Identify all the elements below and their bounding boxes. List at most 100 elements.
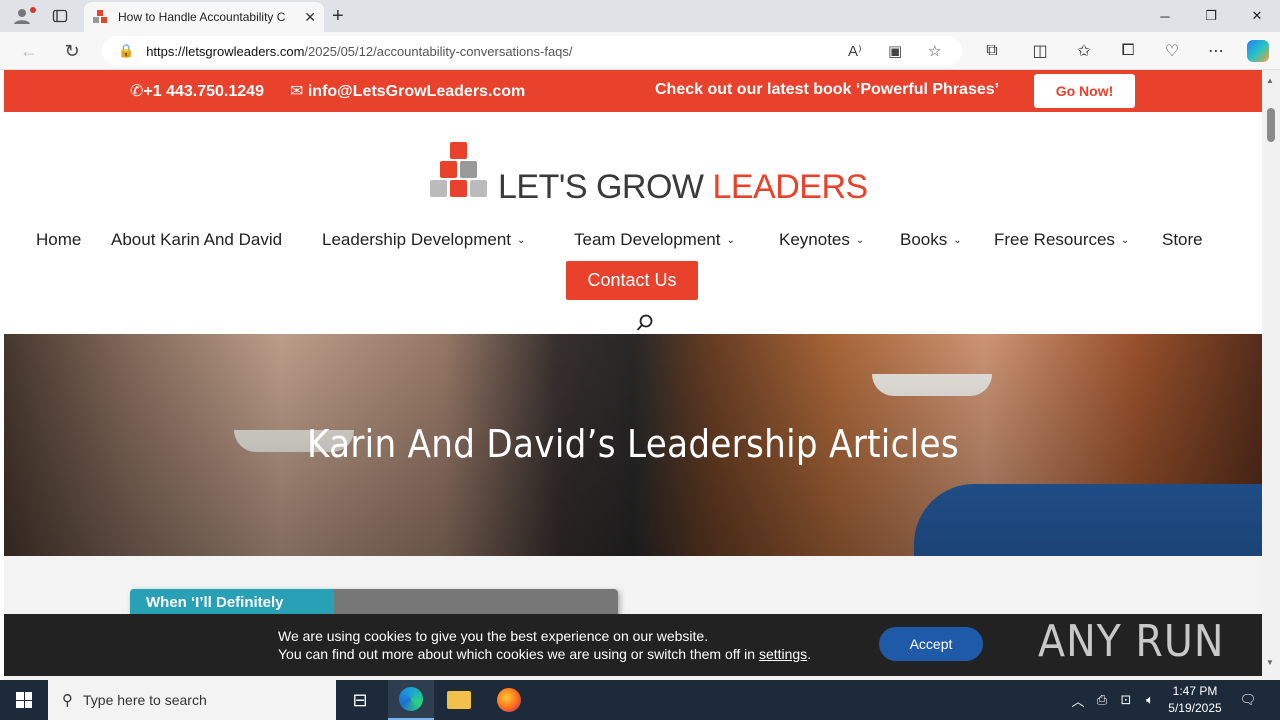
logo-block xyxy=(450,142,467,159)
accept-cookies-button[interactable]: Accept xyxy=(879,627,983,661)
nav-label: Books xyxy=(900,230,948,249)
minimize-icon[interactable]: ─ xyxy=(1142,0,1188,32)
logo-block xyxy=(440,161,457,178)
refresh-icon[interactable]: ↻ xyxy=(61,40,83,62)
nav-about[interactable]: About Karin And David xyxy=(111,230,282,250)
nav-books[interactable]: Books ⌄ xyxy=(900,230,962,250)
copilot-icon[interactable] xyxy=(1247,40,1269,62)
show-hidden-icons-icon[interactable]: ︿ xyxy=(1068,680,1088,720)
windows-taskbar: ⚲ Type here to search ⊟ ︿ ⎙ ⊡ 🔈︎ 1:47 PM… xyxy=(0,680,1280,720)
logo-block xyxy=(460,161,477,178)
device-icon[interactable]: ⎙ xyxy=(1092,680,1112,720)
top-info-bar: ✆+1 443.750.1249 ✉ info@LetsGrowLeaders.… xyxy=(4,70,1262,112)
chevron-down-icon: ⌄ xyxy=(517,235,526,246)
cookie-banner: We are using cookies to give you the bes… xyxy=(4,614,1262,676)
browser-essentials-icon[interactable]: ♡ xyxy=(1160,40,1184,62)
nav-free-resources[interactable]: Free Resources ⌄ xyxy=(994,230,1129,250)
nav-label: Leadership Development xyxy=(322,230,512,249)
task-view-icon[interactable]: ⊟ xyxy=(337,680,383,720)
cookie-message: We are using cookies to give you the bes… xyxy=(278,627,811,663)
browser-address-bar: ← ↻ 🔒 https://letsgrowleaders.com/2025/0… xyxy=(0,32,1280,70)
nav-keynotes[interactable]: Keynotes ⌄ xyxy=(779,230,864,250)
clock-date: 5/19/2025 xyxy=(1168,701,1222,715)
tab-title: How to Handle Accountability C xyxy=(118,10,286,24)
collections-icon[interactable]: ⧠ xyxy=(1116,40,1140,62)
tab-actions-icon[interactable] xyxy=(44,4,76,28)
search-icon: ⚲ xyxy=(62,692,73,709)
system-clock[interactable]: 1:47 PM 5/19/2025 xyxy=(1160,683,1230,717)
taskbar-search-placeholder: Type here to search xyxy=(83,692,207,708)
chevron-down-icon: ⌄ xyxy=(953,235,962,246)
nav-store[interactable]: Store xyxy=(1162,230,1203,250)
scroll-down-icon[interactable]: ▼ xyxy=(1266,658,1274,667)
cookie-line-1: We are using cookies to give you the bes… xyxy=(278,628,709,644)
favorite-star-icon[interactable]: ☆ xyxy=(928,42,941,60)
read-aloud-icon[interactable]: A⁾ xyxy=(848,42,862,60)
browser-tab-bar: How to Handle Accountability C ✕ + ─ ❐ ✕ xyxy=(0,0,1280,32)
site-logo[interactable]: LET'S GROW LEADERS xyxy=(428,140,868,206)
url-path: /2025/05/12/accountability-conversations… xyxy=(304,43,573,59)
web-page: ✆+1 443.750.1249 ✉ info@LetsGrowLeaders.… xyxy=(4,70,1262,680)
main-navigation: Home About Karin And David Leadership De… xyxy=(4,230,1262,254)
new-tab-icon[interactable]: + xyxy=(332,6,344,26)
logo-text-red: LEADERS xyxy=(712,168,868,206)
hero-title: Karin And David’s Leadership Articles xyxy=(307,422,959,466)
close-window-icon[interactable]: ✕ xyxy=(1234,0,1280,32)
restore-icon[interactable]: ❐ xyxy=(1188,0,1234,32)
go-now-button[interactable]: Go Now! xyxy=(1034,74,1135,108)
logo-block xyxy=(470,180,487,197)
lock-icon[interactable]: 🔒 xyxy=(118,43,134,59)
favorites-icon[interactable]: ✩ xyxy=(1072,40,1096,62)
page-scrollbar[interactable]: ▲ ▼ xyxy=(1262,70,1280,680)
contact-us-button[interactable]: Contact Us xyxy=(566,261,698,300)
profile-icon[interactable] xyxy=(8,4,36,28)
network-icon[interactable]: ⊡ xyxy=(1116,680,1136,720)
file-explorer-icon[interactable] xyxy=(436,680,482,720)
nav-home[interactable]: Home xyxy=(36,230,81,250)
anyrun-watermark: ANY RUN xyxy=(1038,616,1225,667)
chevron-down-icon: ⌄ xyxy=(855,235,865,246)
email-address: info@LetsGrowLeaders.com xyxy=(307,83,526,100)
logo-wordmark: LET'S GROW LEADERS xyxy=(498,168,868,207)
nav-team-development[interactable]: Team Development ⌄ xyxy=(574,230,735,250)
chevron-down-icon: ⌄ xyxy=(1120,235,1130,246)
nav-label: About Karin And David xyxy=(111,230,283,249)
phone-number: +1 443.750.1249 xyxy=(143,83,264,100)
nav-label: Team Development xyxy=(574,230,721,249)
clock-time: 1:47 PM xyxy=(1172,684,1218,698)
cookie-line-2: You can find out more about which cookie… xyxy=(278,645,811,663)
notifications-icon[interactable]: 🗨︎ xyxy=(1236,680,1260,720)
start-button[interactable] xyxy=(0,680,48,720)
firefox-icon[interactable] xyxy=(486,680,532,720)
edge-taskbar-icon[interactable] xyxy=(388,680,434,720)
phone-link[interactable]: ✆+1 443.750.1249 xyxy=(130,81,264,101)
extensions-icon[interactable]: ⧉ xyxy=(980,40,1004,62)
taskbar-search[interactable]: ⚲ Type here to search xyxy=(48,680,336,720)
nav-label: Home xyxy=(36,230,82,249)
book-promo-text: Check out our latest book ‘Powerful Phra… xyxy=(655,81,1000,98)
close-tab-icon[interactable]: ✕ xyxy=(304,9,316,26)
more-menu-icon[interactable]: ⋯ xyxy=(1204,40,1228,62)
cookie-line-2-end: . xyxy=(807,646,812,662)
split-screen-icon[interactable]: ◫ xyxy=(1028,40,1052,62)
nav-label: Keynotes xyxy=(779,230,850,249)
nav-leadership-development[interactable]: Leadership Development ⌄ xyxy=(322,230,525,250)
browser-tab-active[interactable]: How to Handle Accountability C ✕ xyxy=(84,2,324,32)
scroll-up-icon[interactable]: ▲ xyxy=(1266,76,1274,85)
volume-icon[interactable]: 🔈︎ xyxy=(1140,680,1160,720)
url-field[interactable]: 🔒 https://letsgrowleaders.com/2025/05/12… xyxy=(102,36,962,66)
url-host: https://letsgrowleaders.com xyxy=(146,43,305,59)
logo-text-grey: LET'S GROW xyxy=(498,168,713,206)
logo-block xyxy=(450,180,467,197)
logo-block xyxy=(430,180,447,197)
back-icon[interactable]: ← xyxy=(18,40,40,62)
chevron-down-icon: ⌄ xyxy=(726,235,735,246)
email-link[interactable]: ✉ info@LetsGrowLeaders.com xyxy=(290,81,525,101)
immersive-reader-icon[interactable]: ▣ xyxy=(888,42,902,60)
cookie-line-2-text: You can find out more about which cookie… xyxy=(278,646,759,662)
windows-logo-icon xyxy=(16,692,32,708)
cookie-settings-link[interactable]: settings xyxy=(759,646,807,662)
scrollbar-thumb[interactable] xyxy=(1267,108,1275,142)
nav-label: Store xyxy=(1162,230,1203,249)
site-favicon-icon xyxy=(92,9,108,25)
